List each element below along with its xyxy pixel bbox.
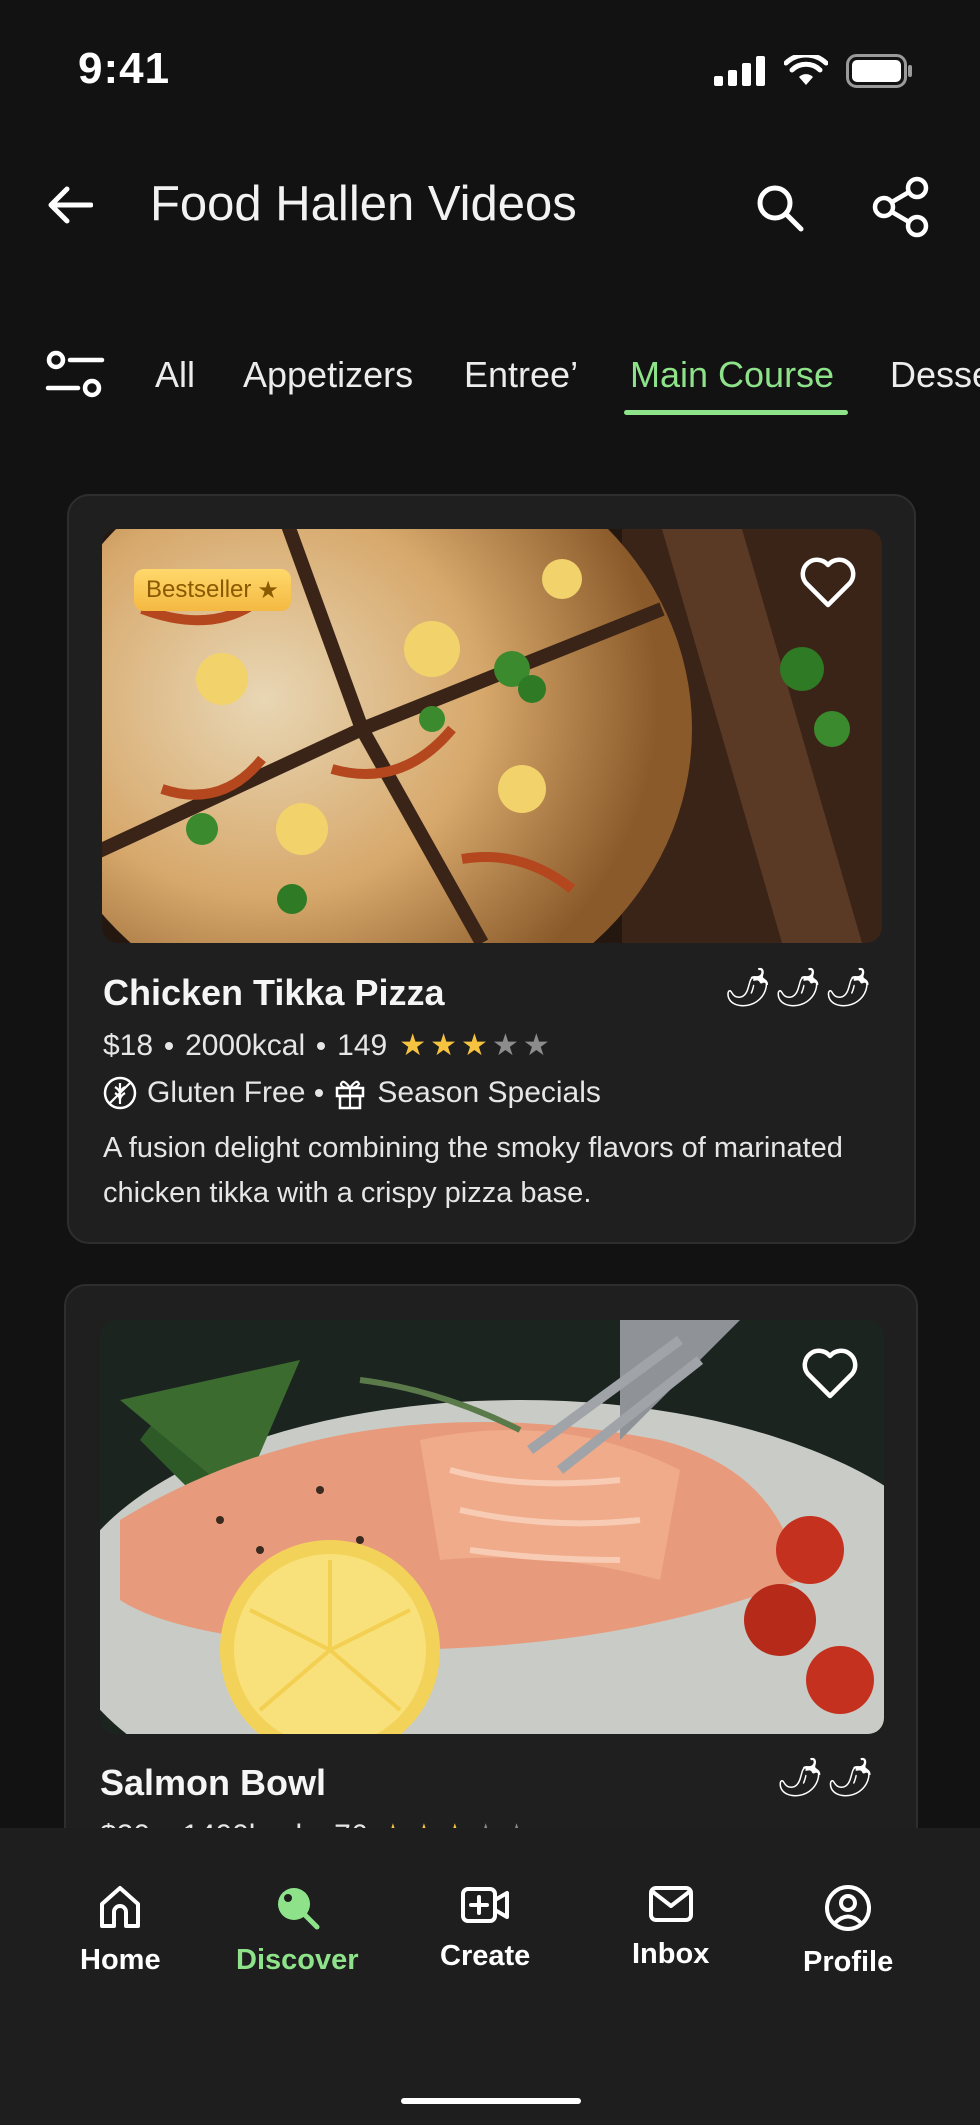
profile-icon bbox=[825, 1885, 872, 1931]
filter-sliders-icon bbox=[45, 350, 105, 398]
star-empty-icon: ★ bbox=[522, 1029, 550, 1062]
nav-home[interactable]: Home bbox=[80, 1884, 161, 1977]
gift-icon bbox=[336, 1080, 365, 1110]
category-tabs: All Appetizers Entree’ Main Course Desse… bbox=[0, 330, 980, 420]
star-rating: ★ ★ ★ ★ ★ bbox=[399, 1028, 550, 1063]
chili-pepper-icon: 🌶 bbox=[723, 967, 772, 1009]
home-indicator bbox=[401, 2098, 581, 2104]
tab-appetizers[interactable]: Appetizers bbox=[243, 354, 413, 396]
tab-main-course[interactable]: Main Course bbox=[630, 354, 834, 396]
bestseller-badge: Bestseller ★ bbox=[134, 569, 291, 611]
recipe-title: Salmon Bowl bbox=[100, 1762, 327, 1803]
tab-entree[interactable]: Entree’ bbox=[464, 354, 578, 396]
favorite-button[interactable] bbox=[802, 1348, 858, 1400]
recipe-tags: Gluten Free Season Specials bbox=[103, 1076, 601, 1110]
app-header: Food Hallen Videos bbox=[0, 160, 980, 250]
recipe-card[interactable]: Salmon Bowl 🌶 🌶 $20 1400kcal 76 ★ ★ ★ ★ … bbox=[64, 1284, 918, 1884]
status-icons bbox=[714, 54, 912, 88]
nav-label: Create bbox=[440, 1940, 531, 1972]
battery-icon bbox=[846, 54, 912, 88]
heart-icon bbox=[800, 557, 856, 608]
inbox-icon bbox=[648, 1886, 693, 1922]
badge-label: Bestseller bbox=[146, 576, 252, 603]
star-icon: ★ bbox=[257, 576, 279, 604]
star-filled-icon: ★ bbox=[461, 1029, 488, 1062]
nav-inbox[interactable]: Inbox bbox=[632, 1884, 709, 1971]
nav-label: Home bbox=[80, 1944, 161, 1976]
search-icon bbox=[757, 185, 804, 232]
search-button[interactable] bbox=[750, 178, 810, 238]
nav-create[interactable]: Create bbox=[440, 1884, 530, 1973]
create-video-icon bbox=[461, 1887, 510, 1923]
calories: 2000kcal bbox=[185, 1028, 306, 1062]
star-filled-icon: ★ bbox=[430, 1029, 458, 1062]
tab-desserts[interactable]: Desserts bbox=[890, 354, 980, 396]
salmon-photo bbox=[100, 1320, 884, 1734]
wifi-icon bbox=[784, 55, 828, 85]
chili-pepper-icon: 🌶 bbox=[823, 967, 872, 1009]
arrow-left-icon bbox=[48, 186, 93, 224]
star-filled-icon: ★ bbox=[399, 1029, 427, 1062]
tag-label: Gluten Free bbox=[147, 1076, 306, 1109]
chili-pepper-icon: 🌶 bbox=[775, 1757, 824, 1799]
separator-dot bbox=[165, 1041, 174, 1050]
recipe-image: Bestseller ★ bbox=[102, 529, 882, 943]
tag-label: Season Specials bbox=[377, 1076, 601, 1109]
nav-discover[interactable]: Discover bbox=[236, 1884, 359, 1977]
nav-label: Inbox bbox=[632, 1938, 710, 1970]
filter-button[interactable] bbox=[44, 348, 110, 404]
status-time: 9:41 bbox=[78, 44, 171, 93]
nav-profile[interactable]: Profile bbox=[803, 1884, 893, 1979]
separator-dot bbox=[315, 1089, 324, 1097]
heart-icon bbox=[802, 1348, 858, 1399]
recipe-image bbox=[100, 1320, 884, 1734]
chili-pepper-icon: 🌶 bbox=[773, 967, 822, 1009]
recipe-description: A fusion delight combining the smoky fla… bbox=[103, 1132, 843, 1209]
favorite-button[interactable] bbox=[800, 557, 856, 609]
chili-pepper-icon: 🌶 bbox=[825, 1757, 874, 1799]
review-count: 149 bbox=[337, 1028, 388, 1062]
recipe-meta: $18 2000kcal 149 ★ ★ ★ ★ ★ bbox=[103, 1028, 550, 1063]
tab-all[interactable]: All bbox=[155, 354, 195, 396]
nav-label: Profile bbox=[803, 1946, 894, 1978]
active-tab-indicator bbox=[624, 410, 848, 415]
discover-icon bbox=[278, 1888, 320, 1930]
recipe-card[interactable]: Bestseller ★ Chicken Tikka Pizza 🌶 🌶 🌶 $… bbox=[67, 494, 916, 1244]
nav-label: Discover bbox=[236, 1944, 359, 1976]
share-button[interactable] bbox=[868, 174, 934, 240]
star-empty-icon: ★ bbox=[491, 1029, 519, 1062]
home-icon bbox=[100, 1886, 141, 1928]
recipe-title: Chicken Tikka Pizza bbox=[103, 972, 445, 1013]
share-icon bbox=[872, 176, 929, 238]
page-title: Food Hallen Videos bbox=[150, 177, 577, 231]
status-bar: 9:41 bbox=[0, 0, 980, 140]
cellular-signal-icon bbox=[714, 56, 765, 86]
separator-dot bbox=[317, 1041, 326, 1050]
price: $18 bbox=[103, 1028, 154, 1062]
spice-level: 🌶 🌶 🌶 bbox=[723, 966, 872, 1010]
bottom-navigation: Home Discover Create Inbox Profile bbox=[0, 1828, 980, 2125]
back-button[interactable] bbox=[40, 180, 100, 230]
gluten-free-icon bbox=[103, 1076, 137, 1110]
spice-level: 🌶 🌶 bbox=[776, 1756, 875, 1800]
